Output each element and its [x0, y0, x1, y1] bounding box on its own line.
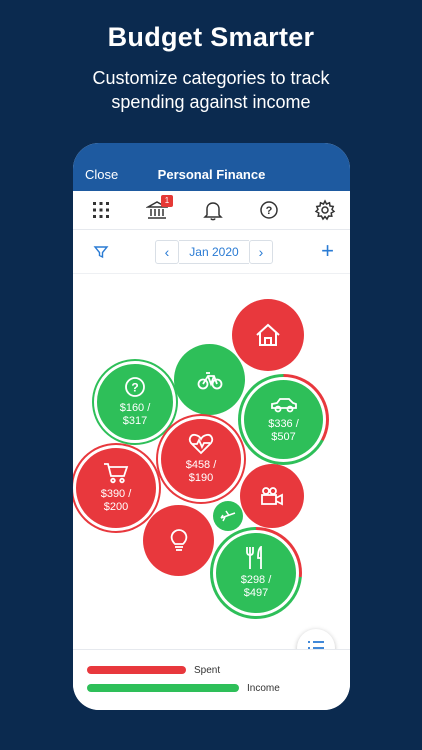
bubble-health[interactable]: $458 / $190: [158, 416, 244, 502]
chart-legend: Spent Income: [73, 649, 350, 710]
marketing-subline: Customize categories to track spending a…: [92, 68, 330, 112]
fork-knife-icon: [246, 546, 262, 569]
misc-budget: $317: [122, 415, 148, 427]
cart-icon: [104, 463, 129, 484]
bubble-home[interactable]: [232, 299, 304, 371]
bank-icon[interactable]: 1: [145, 195, 173, 221]
misc-spent: $160 /: [119, 402, 151, 414]
bubble-misc[interactable]: ? $160 / $317: [94, 361, 176, 443]
marketing-headline: Budget Smarter: [107, 22, 315, 52]
bell-icon[interactable]: [202, 199, 224, 221]
notification-badge: 1: [161, 195, 173, 207]
dining-spent: $298 /: [240, 574, 272, 586]
dining-budget: $497: [243, 587, 269, 599]
question-icon: ?: [125, 377, 145, 397]
gear-icon[interactable]: [314, 199, 336, 221]
bubble-bike[interactable]: [174, 344, 245, 415]
shopping-spent: $390 /: [100, 488, 132, 500]
svg-text:?: ?: [131, 381, 138, 395]
month-label[interactable]: Jan 2020: [179, 240, 249, 264]
spent-label: Spent: [194, 664, 221, 676]
icon-toolbar: 1 ?: [73, 191, 350, 230]
bubble-travel[interactable]: [213, 501, 243, 531]
bubble-dining[interactable]: $298 / $497: [213, 530, 299, 616]
help-icon[interactable]: ?: [258, 199, 280, 221]
next-month-button[interactable]: ›: [249, 240, 273, 264]
shopping-budget: $200: [103, 501, 129, 513]
bubble-utilities[interactable]: [143, 505, 214, 576]
video-camera-icon: [261, 487, 283, 506]
filter-icon[interactable]: [93, 244, 109, 260]
house-icon: [256, 323, 280, 346]
health-spent: $458 /: [185, 459, 217, 471]
car-icon: [270, 397, 297, 412]
bicycle-icon: [197, 371, 222, 389]
heart-pulse-icon: [188, 433, 214, 455]
auto-spent: $336 /: [268, 417, 299, 430]
close-button[interactable]: Close: [85, 167, 118, 182]
health-budget: $190: [188, 472, 214, 484]
legend-income: Income: [87, 682, 280, 694]
legend-spent: Spent: [87, 664, 221, 676]
bubble-entertainment[interactable]: [240, 464, 304, 528]
title-bar: Close Personal Finance: [73, 143, 350, 191]
grid-icon[interactable]: [90, 199, 112, 221]
airplane-icon: [220, 510, 236, 522]
previous-month-button[interactable]: ‹: [155, 240, 179, 264]
date-navigator: ‹ Jan 2020 › +: [73, 230, 350, 274]
budget-bubble-chart: ? $160 / $317 $336 / $507 $458 / $190 $3…: [73, 274, 350, 654]
svg-text:?: ?: [266, 205, 273, 217]
lightbulb-icon: [170, 528, 187, 551]
auto-budget: $507: [271, 430, 296, 443]
spent-swatch: [87, 666, 186, 674]
add-button[interactable]: +: [321, 239, 334, 263]
phone-screen: Close Personal Finance 1 ? ‹ Jan 2020 › …: [73, 143, 350, 710]
bubble-auto[interactable]: $336 / $507: [241, 377, 326, 462]
income-label: Income: [247, 682, 280, 694]
bubble-shopping[interactable]: $390 / $200: [73, 445, 159, 531]
income-swatch: [87, 684, 239, 692]
